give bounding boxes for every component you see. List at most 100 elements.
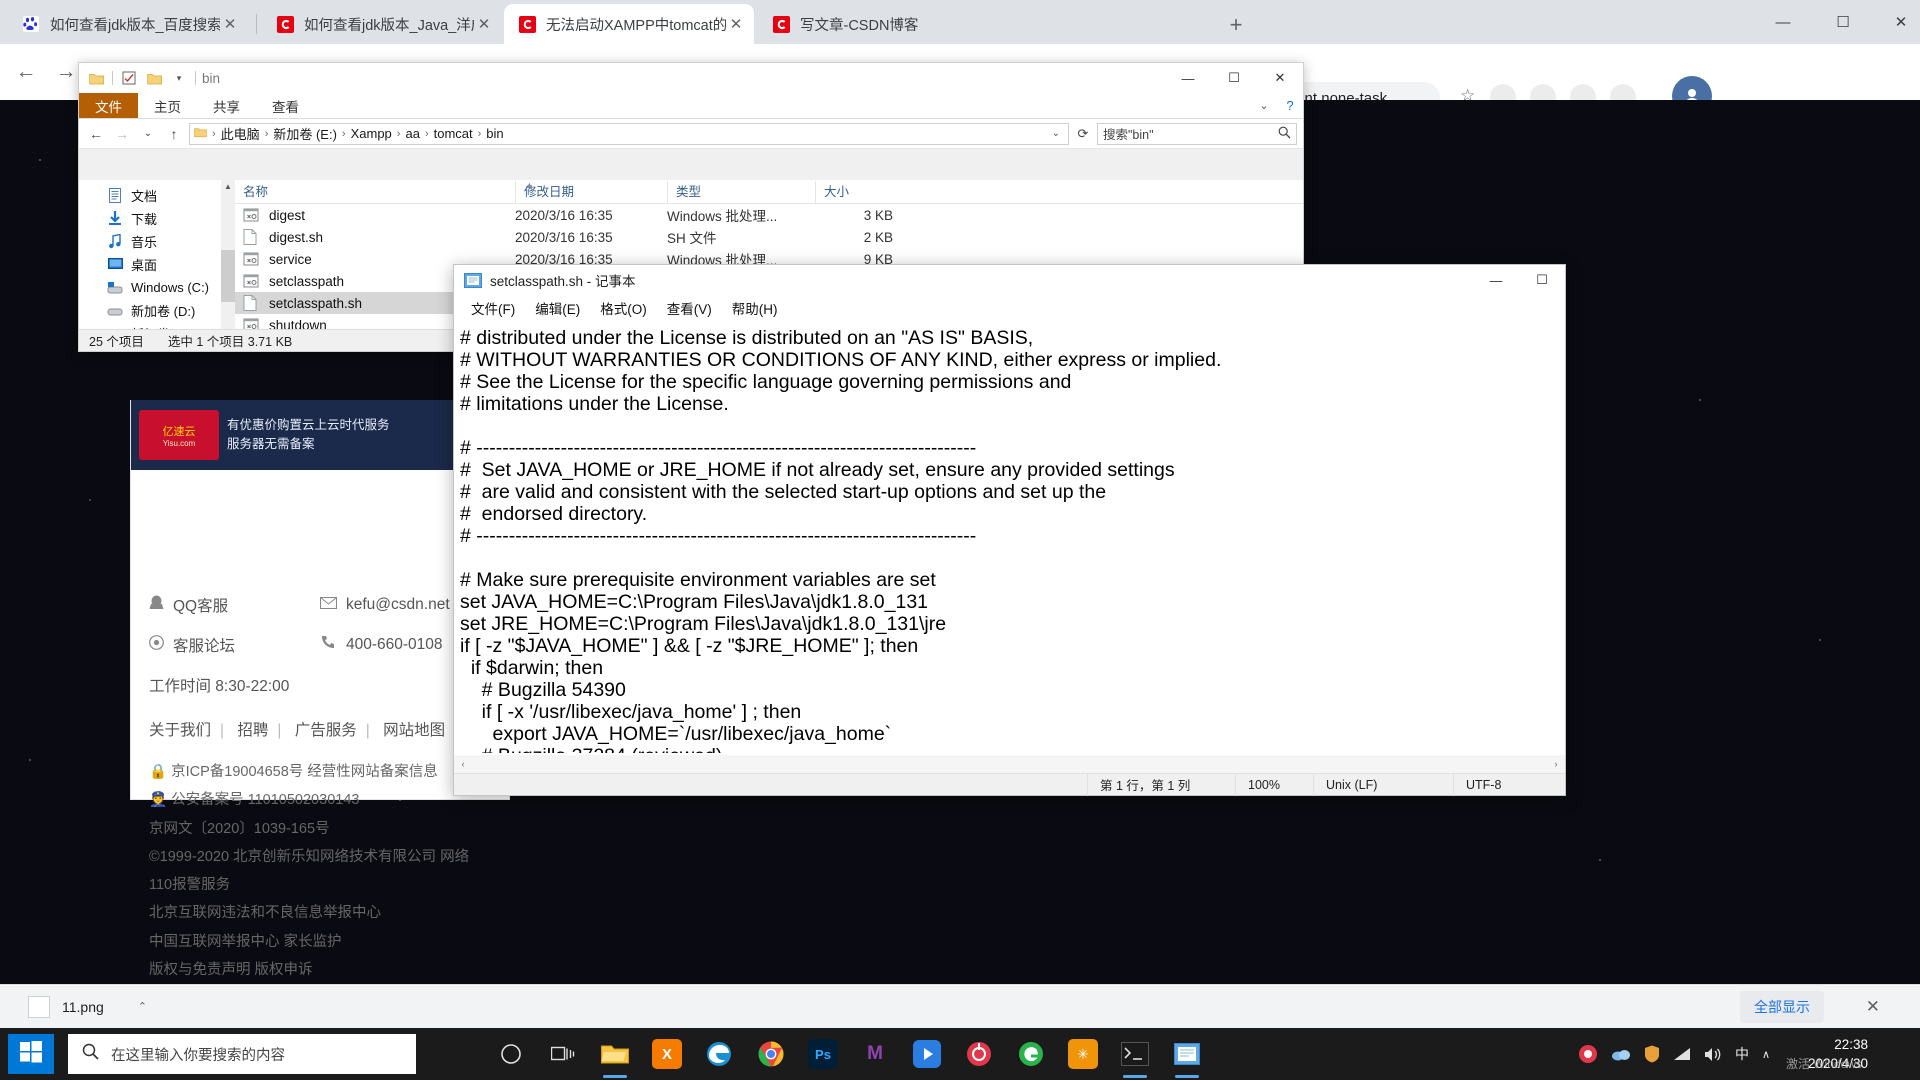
tray-cloud-icon[interactable] [1611, 1047, 1631, 1061]
refresh-icon[interactable]: ⟳ [1073, 126, 1093, 142]
tray-shield-icon[interactable] [1644, 1045, 1660, 1063]
sidebar-item-documents[interactable]: 文档 [79, 184, 235, 207]
menu-help[interactable]: 帮助(H) [723, 298, 787, 318]
tray-chevron-icon[interactable]: ∧ [1762, 1048, 1770, 1061]
column-header-size[interactable]: 大小 [815, 181, 893, 203]
column-header-name[interactable]: 名称 [235, 181, 515, 203]
new-tab-button[interactable]: + [1222, 12, 1250, 40]
properties-icon[interactable] [120, 69, 138, 87]
file-explorer-icon[interactable] [594, 1028, 636, 1080]
scroll-right-icon[interactable]: › [1547, 759, 1565, 769]
download-item[interactable]: 11.png ⌃ [18, 993, 157, 1021]
menu-edit[interactable]: 编辑(E) [526, 298, 589, 318]
column-header-type[interactable]: 类型 [667, 181, 815, 203]
ribbon-tab-home[interactable]: 主页 [138, 93, 197, 118]
nav-scrollbar[interactable]: ▲ [221, 180, 235, 329]
browser-maximize-button[interactable]: ☐ [1820, 0, 1866, 44]
terminal-icon[interactable] [1114, 1028, 1156, 1080]
start-button[interactable] [8, 1034, 54, 1074]
footer-link-1[interactable]: 招聘 [237, 722, 268, 739]
sidebar-item-desktop[interactable]: 桌面 [79, 253, 235, 276]
table-row[interactable]: digest.sh 2020/3/16 16:35 SH 文件 2 KB [235, 226, 1303, 248]
back-icon[interactable]: ← [12, 58, 40, 86]
breadcrumb-item-1[interactable]: 新加卷 (E:) [270, 124, 340, 143]
breadcrumb-item-0[interactable]: 此电脑 [218, 124, 263, 143]
search-input[interactable]: 搜索"bin" [1097, 122, 1297, 145]
breadcrumb-item-5[interactable]: bin [483, 126, 506, 141]
sidebar-item-volume-d[interactable]: 新加卷 (D:) [79, 299, 235, 322]
column-header-date[interactable]: 修改日期 [515, 181, 667, 203]
menu-view[interactable]: 查看(V) [658, 298, 721, 318]
explorer-title-bar[interactable]: ▾ bin — ☐ ✕ [79, 63, 1303, 93]
notepad-minimize-button[interactable]: — [1473, 265, 1519, 295]
explorer-close-button[interactable]: ✕ [1257, 63, 1303, 93]
explorer-back-icon[interactable]: ← [85, 123, 107, 145]
breadcrumb-item-3[interactable]: aa [402, 126, 422, 141]
ribbon-tab-file[interactable]: 文件 [79, 93, 138, 118]
scroll-left-icon[interactable]: ‹ [454, 759, 472, 769]
ribbon-collapse-icon[interactable]: ⌄ [1251, 93, 1277, 118]
service-qq[interactable]: QQ客服 [149, 594, 320, 616]
notepad-horizontal-scrollbar[interactable]: ‹ › [454, 755, 1565, 773]
notepad-title-bar[interactable]: setclasspath.sh - 记事本 — ☐ [454, 265, 1565, 295]
browser-tab-3[interactable]: 写文章-CSDN博客 [758, 4, 978, 44]
footer-link-0[interactable]: 关于我们 [149, 722, 211, 739]
app-icon[interactable] [958, 1028, 1000, 1080]
close-icon[interactable]: ✕ [726, 15, 746, 33]
media-player-icon[interactable] [906, 1028, 948, 1080]
service-forum[interactable]: 客服论坛 [149, 634, 320, 656]
explorer-maximize-button[interactable]: ☐ [1211, 63, 1257, 93]
chevron-down-icon[interactable]: ⌄ [1048, 128, 1064, 139]
chevron-up-icon[interactable]: ⌃ [138, 1000, 147, 1013]
cortana-icon[interactable] [490, 1028, 532, 1080]
breadcrumb-item-2[interactable]: Xampp [348, 126, 395, 141]
close-download-bar-icon[interactable]: ✕ [1866, 997, 1880, 1017]
browser-minimize-button[interactable]: — [1760, 0, 1806, 44]
explorer-forward-icon[interactable]: → [111, 123, 133, 145]
notepad-taskbar-icon[interactable] [1166, 1028, 1208, 1080]
ribbon-tab-view[interactable]: 查看 [256, 93, 315, 118]
xampp-icon[interactable]: X [646, 1028, 688, 1080]
chevron-down-icon[interactable]: ▾ [170, 69, 188, 87]
navicat-icon[interactable]: M [854, 1028, 896, 1080]
footer-link-2[interactable]: 广告服务 [295, 722, 357, 739]
explorer-up-icon[interactable]: ↑ [163, 123, 185, 145]
notepad-maximize-button[interactable]: ☐ [1519, 265, 1565, 295]
ribbon-tab-share[interactable]: 共享 [197, 93, 256, 118]
menu-file[interactable]: 文件(F) [462, 298, 524, 318]
sidebar-item-downloads[interactable]: 下载 [79, 207, 235, 230]
sidebar-item-music[interactable]: 音乐 [79, 230, 235, 253]
help-icon[interactable]: ? [1277, 93, 1303, 118]
footer-link-3[interactable]: 网站地图 [383, 722, 445, 739]
scrollbar-track[interactable] [472, 755, 1547, 773]
tray-ime-icon[interactable]: 中 [1735, 1044, 1749, 1064]
browser-tab-0[interactable]: 如何查看jdk版本_百度搜索 ✕ [8, 4, 248, 44]
close-icon[interactable]: ✕ [220, 15, 240, 33]
breadcrumb[interactable]: › 此电脑 › 新加卷 (E:) › Xampp › aa › tomcat ›… [189, 122, 1069, 145]
sidebar-item-windows-c[interactable]: Windows (C:) [79, 276, 235, 299]
new-folder-icon[interactable] [145, 69, 163, 87]
browser-tab-2-active[interactable]: 无法启动XAMPP中tomcat的解决 ✕ [504, 4, 754, 44]
scrollbar-thumb[interactable] [221, 250, 235, 302]
forward-icon[interactable]: → [52, 58, 80, 86]
chrome-icon[interactable] [750, 1028, 792, 1080]
show-all-downloads-button[interactable]: 全部显示 [1740, 990, 1824, 1023]
scroll-up-icon[interactable]: ▲ [221, 180, 235, 194]
table-row[interactable]: digest 2020/3/16 16:35 Windows 批处理... 3 … [235, 204, 1303, 226]
edge-icon[interactable] [698, 1028, 740, 1080]
breadcrumb-item-4[interactable]: tomcat [431, 126, 476, 141]
notepad-text-area[interactable]: # distributed under the License is distr… [454, 321, 1565, 753]
photoshop-icon[interactable]: Ps [802, 1028, 844, 1080]
tray-network-icon[interactable] [1673, 1047, 1691, 1061]
explorer-recent-icon[interactable]: ⌄ [137, 123, 159, 145]
browser-tab-1[interactable]: 如何查看jdk版本_Java_洋成林-C ✕ [262, 4, 502, 44]
tray-red-icon[interactable] [1578, 1044, 1598, 1064]
taskbar-search-box[interactable]: 在这里输入你要搜索的内容 [68, 1034, 416, 1074]
app2-icon[interactable]: ✳ [1062, 1028, 1104, 1080]
task-view-icon[interactable] [542, 1028, 584, 1080]
tray-volume-icon[interactable] [1704, 1047, 1722, 1062]
menu-format[interactable]: 格式(O) [591, 298, 656, 318]
browser-icon[interactable] [1010, 1028, 1052, 1080]
browser-close-button[interactable]: ✕ [1878, 0, 1920, 44]
close-icon[interactable]: ✕ [474, 15, 494, 33]
